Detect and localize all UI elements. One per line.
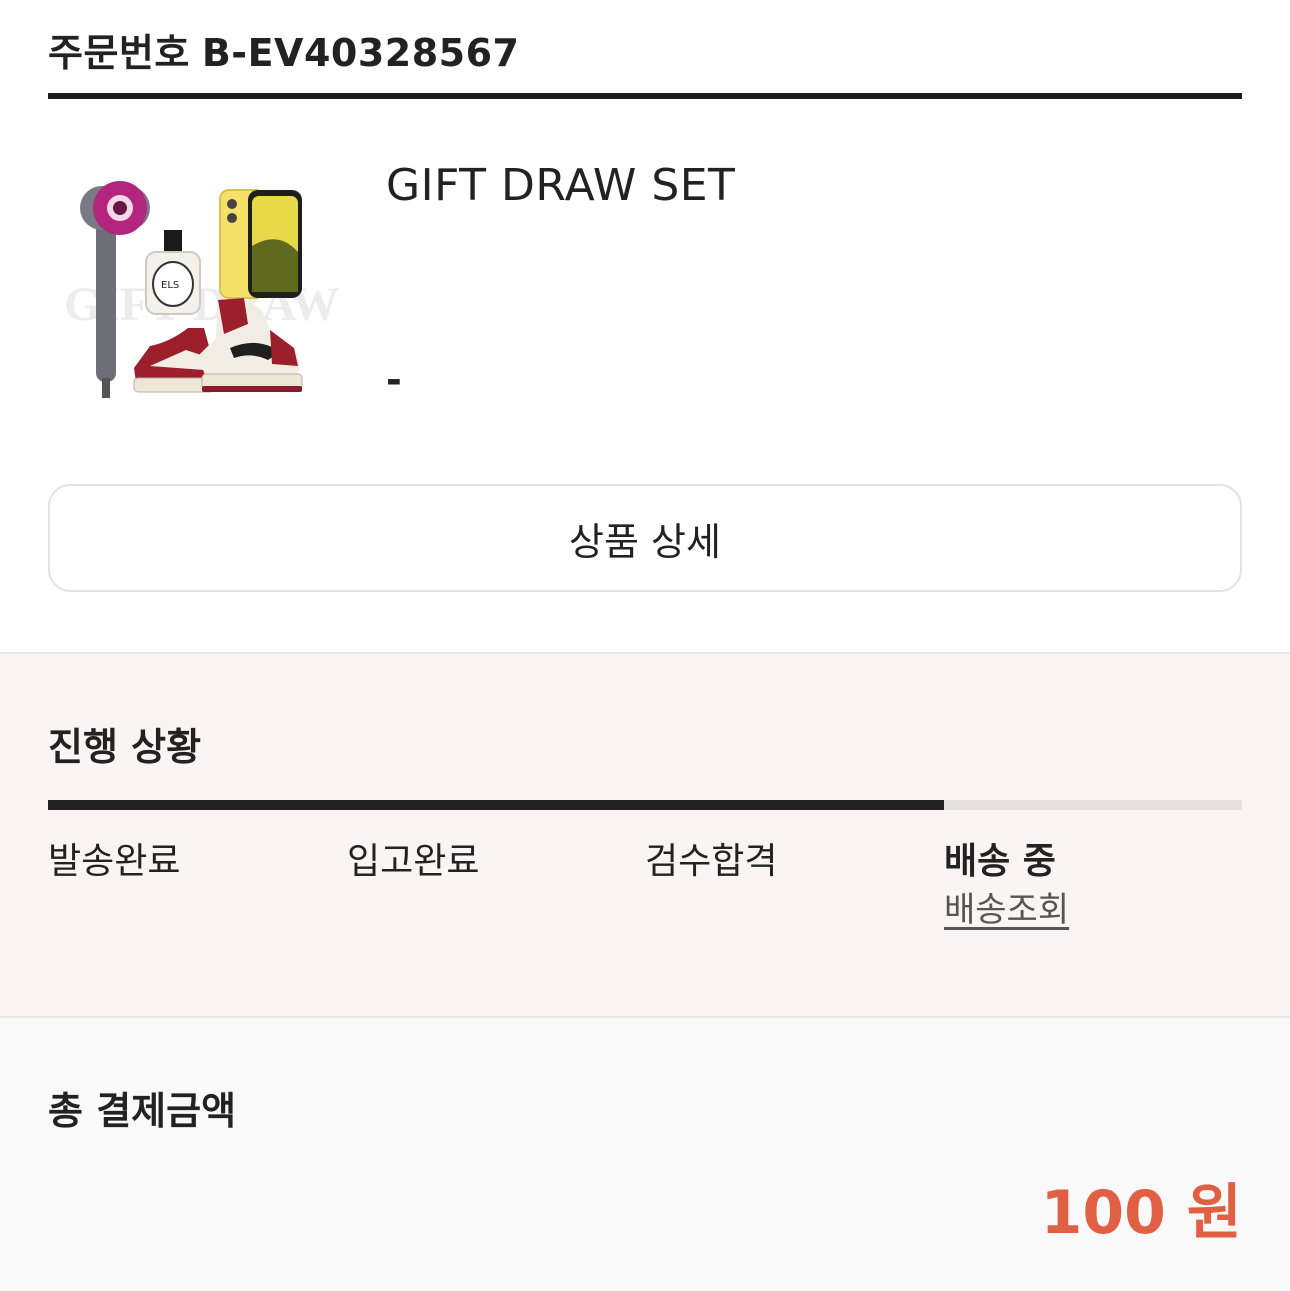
progress-fill [48,800,944,810]
order-number-header: 주문번호 B-EV40328567 [48,22,519,77]
delivery-tracking-link[interactable]: 배송조회 [944,882,1069,931]
product-name: GIFT DRAW SET [386,160,736,211]
phone-icon [219,189,302,299]
step-received: 입고완료 [347,841,480,882]
product-image: GIFT DRAW ELS [58,160,348,410]
total-payment-amount: 100 원 [1040,1178,1242,1248]
product-detail-button[interactable]: 상품 상세 [48,484,1242,592]
header-divider [48,93,1242,99]
step-shipped: 발송완료 [48,841,181,882]
step-inspection-passed: 검수합격 [645,841,778,882]
product-option: - [386,358,402,402]
progress-track [48,800,1242,810]
svg-text:ELS: ELS [161,280,179,291]
step-in-delivery: 배송 중 [944,841,1056,882]
perfume-bottle-icon: ELS [145,230,201,315]
order-number-label: 주문번호 [48,31,190,75]
order-detail-page: 주문번호 B-EV40328567 GIFT DRAW ELS GIFT DRA… [0,0,1290,1291]
total-payment-label: 총 결제금액 [48,1089,237,1133]
payment-section: 총 결제금액 100 원 [0,1018,1290,1291]
progress-title: 진행 상황 [48,725,202,769]
gift-set-illustration: GIFT DRAW ELS [64,181,339,398]
order-number-value: B-EV40328567 [201,31,520,75]
progress-section: 진행 상황 발송완료 입고완료 검수합격 배송 중 배송조회 [0,652,1290,1018]
